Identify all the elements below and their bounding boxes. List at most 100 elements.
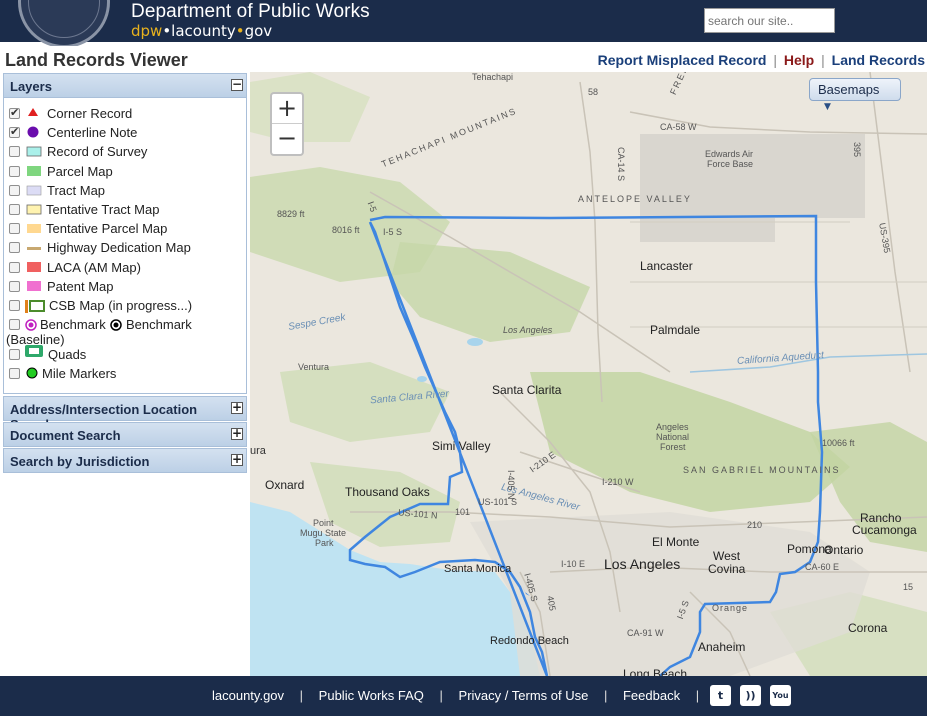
map-label: Forest (660, 442, 686, 452)
layer-checkbox[interactable] (9, 261, 20, 273)
url-lacounty: lacounty (171, 22, 236, 40)
red-triangle-icon (28, 108, 38, 116)
department-title[interactable]: Department of Public Works (131, 1, 370, 23)
layer-label: Quads (48, 347, 87, 363)
footer-link-feedback[interactable]: Feedback (623, 688, 680, 703)
expand-icon[interactable]: + (231, 453, 243, 466)
map-label: ANTELOPE VALLEY (578, 194, 692, 204)
pink-swatch-icon (27, 280, 41, 291)
expand-icon[interactable]: + (231, 401, 243, 414)
layer-checkbox[interactable] (9, 146, 20, 158)
layer-label: Tentative Tract Map (46, 201, 160, 217)
road-label: CA-60 E (805, 562, 840, 572)
map-label: Anaheim (698, 640, 746, 654)
road-label: I-5 S (383, 227, 403, 237)
layer-checkbox[interactable] (9, 349, 20, 361)
green-swatch-icon (27, 165, 41, 176)
zoom-in-button[interactable]: + (272, 94, 302, 124)
footer-separator: | (299, 688, 304, 703)
map-label: Angeles (656, 422, 689, 432)
map-basemap (250, 72, 927, 676)
layer-checkbox[interactable] (9, 165, 20, 177)
map-label: Oxnard (265, 478, 305, 492)
map-label: Simi Valley (432, 439, 491, 453)
layer-label: LACA (AM Map) (47, 259, 141, 275)
chevron-down-icon: ▼ (824, 102, 831, 112)
footer-links: lacounty.gov | Public Works FAQ | Privac… (212, 688, 711, 703)
benchmark-label: Benchmark (126, 317, 192, 333)
road-label: I-10 E (561, 559, 586, 569)
land-records-link[interactable]: Land Records (832, 52, 925, 68)
road-label: CA-14 S (616, 147, 626, 182)
map-label: Santa Monica (444, 563, 512, 575)
layer-checkbox[interactable] (9, 242, 20, 254)
layers-list: Corner Record Centerline Note Record of … (3, 98, 247, 394)
road-label: CA-91 W (627, 628, 664, 638)
footer-separator: | (439, 688, 443, 703)
youtube-icon[interactable]: You (770, 685, 791, 706)
map-view[interactable]: Tehachapi TEHACHAPI MOUNTAINS Edwards Ai… (250, 72, 927, 676)
road-label: 395 (852, 142, 862, 158)
road-label: 101 (455, 507, 471, 517)
map-label: Santa Clarita (492, 383, 562, 397)
basemaps-label: Basemaps (818, 82, 880, 97)
layers-title: Layers (10, 79, 52, 94)
help-link[interactable]: Help (784, 52, 814, 68)
map-label: Ontario (824, 543, 864, 557)
twitter-icon[interactable]: t (710, 685, 731, 706)
zoom-out-button[interactable]: − (272, 124, 302, 154)
expand-icon[interactable]: + (231, 427, 243, 440)
document-search-header[interactable]: Document Search + (3, 422, 247, 447)
site-search-input[interactable] (704, 8, 835, 33)
footer-link-faq[interactable]: Public Works FAQ (319, 688, 424, 703)
county-seal-logo (4, 0, 116, 46)
footer-link-privacy[interactable]: Privacy / Terms of Use (459, 688, 589, 703)
quads-icon (25, 345, 43, 358)
map-label: Covina (708, 562, 746, 576)
footer-link-lacounty[interactable]: lacounty.gov (212, 688, 284, 703)
layer-tentative-tract-map: Tentative Tract Map (4, 202, 246, 221)
map-label: Park (315, 538, 334, 548)
road-label: 58 (588, 87, 599, 97)
benchmark-label: Benchmark (40, 317, 106, 333)
magenta-target-icon (25, 319, 37, 331)
basemaps-button[interactable]: Basemaps ▼ (809, 78, 901, 112)
address-search-header[interactable]: Address/Intersection Location Search + (3, 396, 247, 432)
map-label: West (713, 549, 741, 563)
layer-checkbox[interactable] (9, 280, 20, 292)
layer-checkbox[interactable] (9, 125, 20, 139)
report-misplaced-record-link[interactable]: Report Misplaced Record (598, 52, 767, 68)
section-title: Document Search (10, 428, 121, 443)
map-label: Long Beach (623, 667, 688, 676)
map-label: Palmdale (650, 323, 701, 337)
jurisdiction-search-header[interactable]: Search by Jurisdiction + (3, 448, 247, 473)
layer-checkbox[interactable] (9, 299, 20, 311)
layer-csb-map: CSB Map (in progress...) (4, 298, 246, 317)
road-label: I-210 W (602, 477, 634, 487)
layer-checkbox[interactable] (9, 223, 20, 235)
map-label: Edwards Air (705, 149, 754, 159)
layer-quads: Quads (4, 345, 246, 366)
layer-parcel-map: Parcel Map (4, 164, 246, 183)
link-separator: | (773, 52, 777, 68)
layer-checkbox[interactable] (9, 106, 20, 119)
layer-checkbox[interactable] (9, 368, 20, 380)
road-label: US-101 S (478, 497, 518, 507)
collapse-icon[interactable]: − (231, 78, 243, 91)
orange-swatch-icon (27, 224, 41, 234)
layer-checkbox[interactable] (9, 203, 20, 215)
url-dot: • (162, 22, 172, 40)
page-title: Land Records Viewer (5, 50, 188, 70)
layer-tract-map: Tract Map (4, 183, 246, 202)
layer-checkbox[interactable] (9, 184, 20, 196)
zoom-control: + − (270, 92, 304, 156)
rss-icon[interactable]: )) (740, 685, 761, 706)
footer-separator: | (603, 688, 608, 703)
layer-checkbox[interactable] (9, 319, 20, 331)
map-label: 8829 ft (277, 209, 305, 219)
layer-label: Record of Survey (47, 144, 148, 160)
app-root: Department of Public Works dpw•lacounty•… (0, 0, 927, 716)
department-url[interactable]: dpw•lacounty•gov (131, 22, 272, 40)
layer-label: Tentative Parcel Map (46, 221, 168, 237)
layers-header[interactable]: Layers − (3, 73, 247, 98)
